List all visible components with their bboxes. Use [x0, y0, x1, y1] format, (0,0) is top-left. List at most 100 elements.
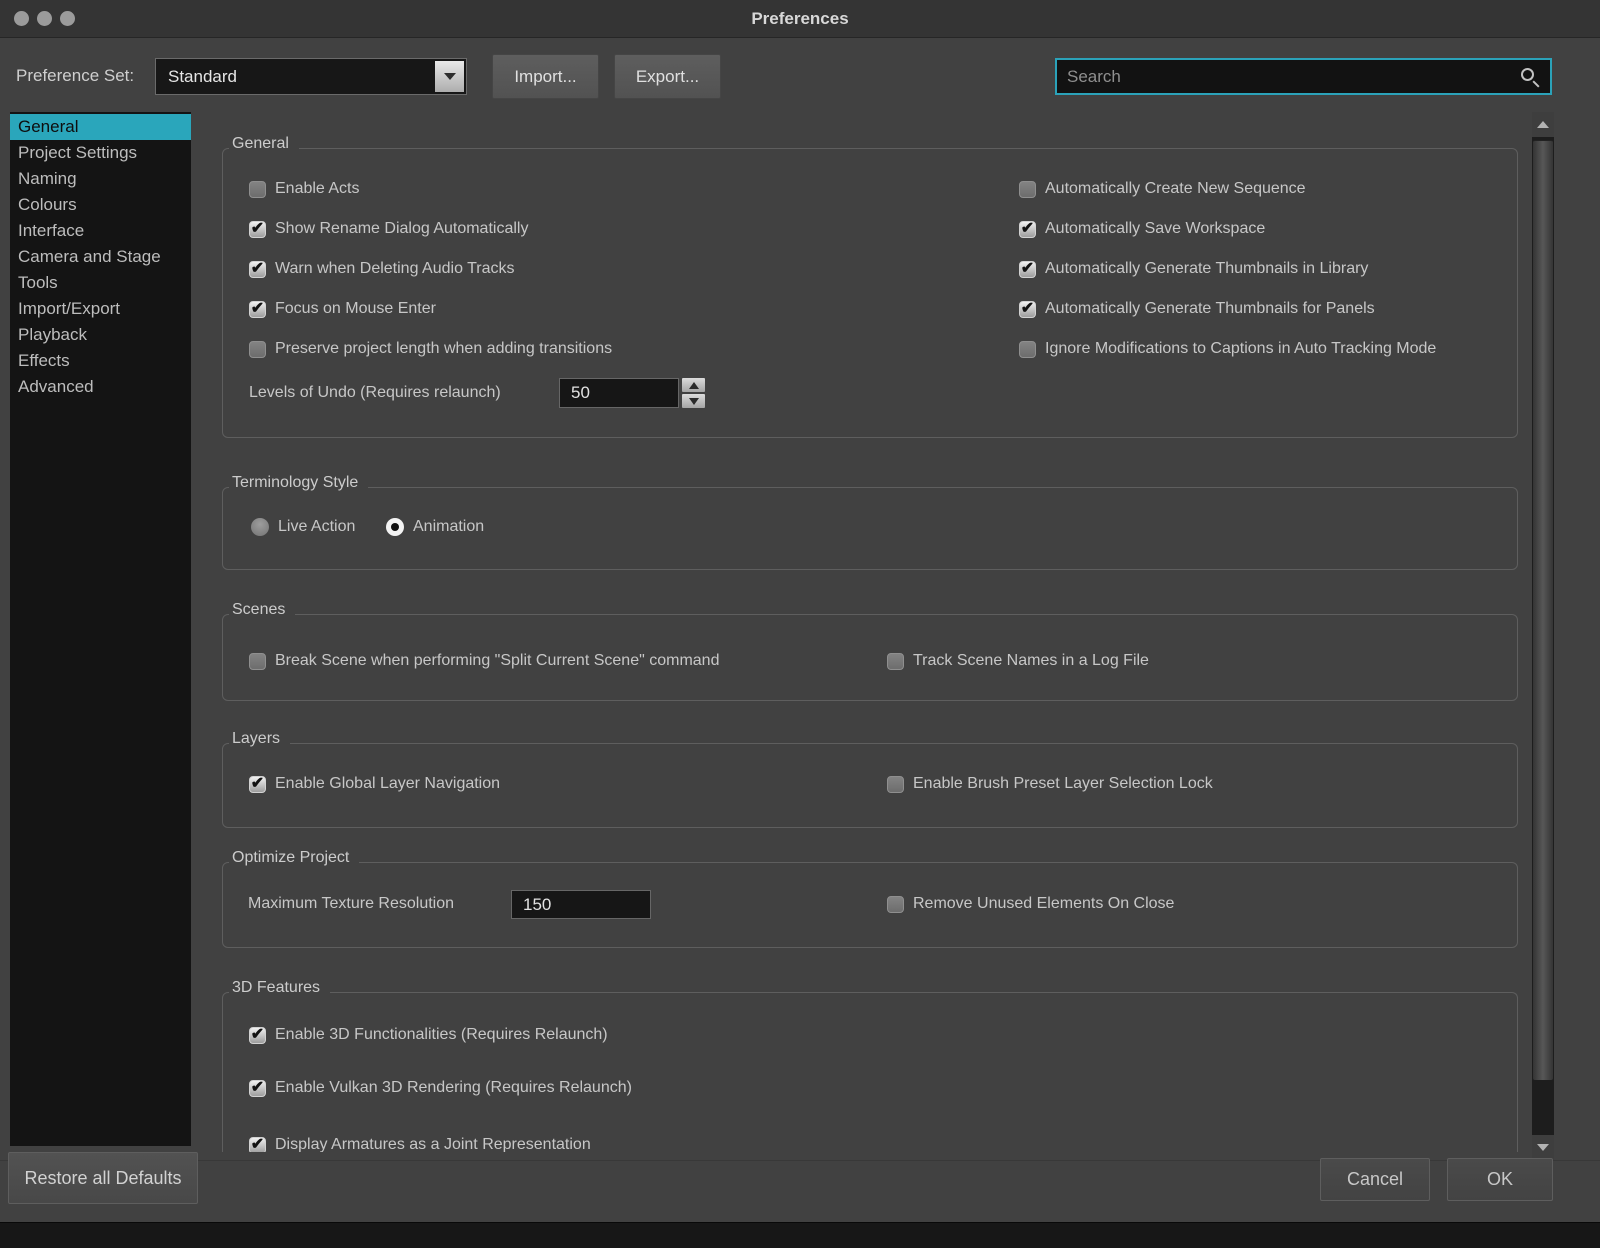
- texture-resolution-label: Maximum Texture Resolution: [248, 895, 454, 913]
- group-terminology-style: Terminology Style Live Action Animation: [222, 487, 1518, 570]
- checkbox[interactable]: [887, 776, 904, 793]
- titlebar: Preferences: [0, 0, 1600, 38]
- checkbox-label: Automatically Generate Thumbnails for Pa…: [1045, 300, 1375, 318]
- checkbox-label: Automatically Create New Sequence: [1045, 180, 1306, 198]
- triangle-up-icon: [1537, 121, 1549, 128]
- checkbox-label: Show Rename Dialog Automatically: [275, 220, 528, 238]
- checkbox[interactable]: [1019, 341, 1036, 358]
- checkbox[interactable]: [249, 301, 266, 318]
- radio-animation[interactable]: [386, 518, 404, 536]
- checkbox-row: Show Rename Dialog Automatically: [249, 219, 528, 239]
- texture-resolution-input[interactable]: [511, 890, 651, 919]
- checkbox-label: Enable Vulkan 3D Rendering (Requires Rel…: [275, 1079, 632, 1097]
- export-button[interactable]: Export...: [614, 54, 721, 99]
- checkbox[interactable]: [249, 221, 266, 238]
- group-scenes: Scenes Break Scene when performing "Spli…: [222, 614, 1518, 701]
- checkbox-row: Break Scene when performing "Split Curre…: [249, 651, 719, 671]
- dropdown-button[interactable]: [435, 61, 464, 92]
- group-general: General Enable Acts Show Rename Dialog A…: [222, 148, 1518, 438]
- checkbox[interactable]: [249, 181, 266, 198]
- checkbox[interactable]: [249, 261, 266, 278]
- category-sidebar: General Project Settings Naming Colours …: [10, 112, 191, 1146]
- checkbox-row: Track Scene Names in a Log File: [887, 651, 1149, 671]
- checkbox-row: Remove Unused Elements On Close: [887, 894, 1174, 914]
- triangle-up-icon: [689, 382, 699, 389]
- checkbox-row: Automatically Generate Thumbnails in Lib…: [1019, 259, 1368, 279]
- cancel-button[interactable]: Cancel: [1320, 1158, 1430, 1201]
- restore-defaults-button[interactable]: Restore all Defaults: [8, 1152, 198, 1204]
- sidebar-item-camera-and-stage[interactable]: Camera and Stage: [10, 244, 191, 270]
- checkbox-row: Enable Brush Preset Layer Selection Lock: [887, 774, 1213, 794]
- scrollbar-thumb[interactable]: [1533, 140, 1553, 1080]
- checkbox-label: Display Armatures as a Joint Representat…: [275, 1136, 591, 1152]
- checkbox[interactable]: [249, 1080, 266, 1097]
- sidebar-item-project-settings[interactable]: Project Settings: [10, 140, 191, 166]
- checkbox[interactable]: [249, 341, 266, 358]
- chevron-down-icon: [444, 73, 456, 80]
- checkbox[interactable]: [249, 776, 266, 793]
- scroll-up-button[interactable]: [1532, 112, 1554, 137]
- undo-levels-input[interactable]: [559, 378, 679, 408]
- group-title: Terminology Style: [229, 473, 368, 492]
- checkbox-row: Preserve project length when adding tran…: [249, 339, 612, 359]
- spinner-down-button[interactable]: [682, 394, 705, 408]
- checkbox-row: Display Armatures as a Joint Representat…: [249, 1135, 591, 1152]
- radio-row: Live Action: [251, 517, 355, 537]
- sidebar-item-advanced[interactable]: Advanced: [10, 374, 191, 400]
- checkbox-label: Ignore Modifications to Captions in Auto…: [1045, 340, 1436, 358]
- ok-button[interactable]: OK: [1447, 1158, 1553, 1201]
- settings-panel: General Enable Acts Show Rename Dialog A…: [200, 112, 1532, 1152]
- radio-label: Animation: [413, 518, 484, 536]
- checkbox-label: Enable 3D Functionalities (Requires Rela…: [275, 1026, 608, 1044]
- checkbox[interactable]: [887, 896, 904, 913]
- checkbox[interactable]: [1019, 261, 1036, 278]
- group-3d-features: 3D Features Enable 3D Functionalities (R…: [222, 992, 1518, 1152]
- window-bottom-edge: [0, 1222, 1600, 1248]
- sidebar-item-tools[interactable]: Tools: [10, 270, 191, 296]
- undo-label-row: Levels of Undo (Requires relaunch): [249, 383, 501, 403]
- checkbox-row: Automatically Create New Sequence: [1019, 179, 1306, 199]
- checkbox[interactable]: [1019, 181, 1036, 198]
- spinner-up-button[interactable]: [682, 378, 705, 392]
- checkbox-row: Automatically Generate Thumbnails for Pa…: [1019, 299, 1375, 319]
- sidebar-item-effects[interactable]: Effects: [10, 348, 191, 374]
- checkbox[interactable]: [1019, 221, 1036, 238]
- sidebar-item-interface[interactable]: Interface: [10, 218, 191, 244]
- spinner-buttons: [682, 378, 705, 408]
- checkbox[interactable]: [887, 653, 904, 670]
- checkbox-label: Remove Unused Elements On Close: [913, 895, 1174, 913]
- checkbox-label: Enable Brush Preset Layer Selection Lock: [913, 775, 1213, 793]
- checkbox-label: Automatically Generate Thumbnails in Lib…: [1045, 260, 1368, 278]
- checkbox-label: Enable Acts: [275, 180, 360, 198]
- checkbox[interactable]: [1019, 301, 1036, 318]
- group-title: Optimize Project: [229, 848, 359, 867]
- radio-live-action[interactable]: [251, 518, 269, 536]
- sidebar-item-import-export[interactable]: Import/Export: [10, 296, 191, 322]
- checkbox-label: Automatically Save Workspace: [1045, 220, 1265, 238]
- sidebar-item-colours[interactable]: Colours: [10, 192, 191, 218]
- checkbox-row: Enable 3D Functionalities (Requires Rela…: [249, 1025, 608, 1045]
- sidebar-item-naming[interactable]: Naming: [10, 166, 191, 192]
- texture-label-row: Maximum Texture Resolution: [248, 894, 454, 914]
- scroll-down-button[interactable]: [1532, 1135, 1554, 1160]
- checkbox-label: Track Scene Names in a Log File: [913, 652, 1149, 670]
- checkbox-row: Ignore Modifications to Captions in Auto…: [1019, 339, 1436, 359]
- checkbox-label: Warn when Deleting Audio Tracks: [275, 260, 515, 278]
- search-input[interactable]: [1057, 60, 1550, 93]
- import-button[interactable]: Import...: [492, 54, 599, 99]
- checkbox[interactable]: [249, 1027, 266, 1044]
- checkbox-label: Enable Global Layer Navigation: [275, 775, 500, 793]
- checkbox[interactable]: [249, 653, 266, 670]
- group-title: Layers: [229, 729, 290, 748]
- checkbox-row: Enable Acts: [249, 179, 360, 199]
- vertical-scrollbar[interactable]: [1532, 112, 1554, 1160]
- sidebar-item-general[interactable]: General: [10, 114, 191, 140]
- sidebar-item-playback[interactable]: Playback: [10, 322, 191, 348]
- group-layers: Layers Enable Global Layer Navigation En…: [222, 743, 1518, 828]
- preference-set-value: Standard: [168, 59, 237, 94]
- preference-set-dropdown[interactable]: Standard: [155, 58, 467, 95]
- checkbox[interactable]: [249, 1137, 266, 1153]
- search-icon: [1521, 68, 1534, 81]
- checkbox-row: Enable Vulkan 3D Rendering (Requires Rel…: [249, 1078, 632, 1098]
- checkbox-label: Break Scene when performing "Split Curre…: [275, 652, 719, 670]
